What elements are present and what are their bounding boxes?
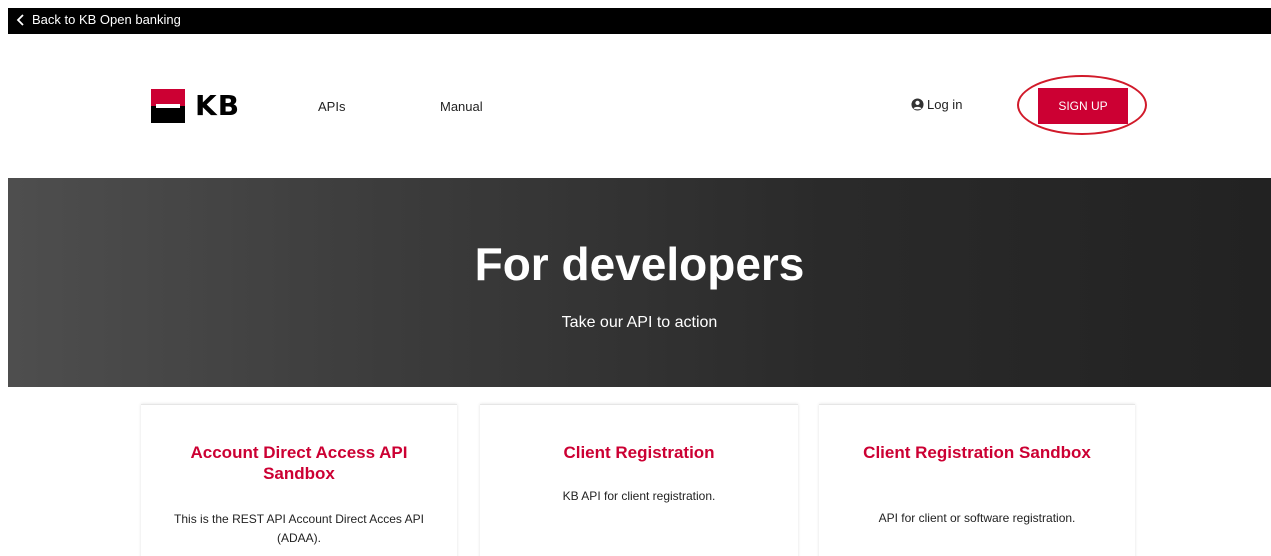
chevron-left-icon xyxy=(16,14,24,26)
card-title[interactable]: Client Registration xyxy=(500,442,778,463)
card-title[interactable]: Client Registration Sandbox xyxy=(839,442,1115,463)
api-card-account-direct-access-sandbox[interactable]: Account Direct Access API Sandbox This i… xyxy=(141,404,457,556)
kb-logo[interactable]: KB xyxy=(151,89,240,123)
hero-title: For developers xyxy=(474,238,805,290)
user-circle-icon xyxy=(911,98,924,111)
api-card-client-registration-sandbox[interactable]: Client Registration Sandbox API for clie… xyxy=(819,404,1135,556)
nav-apis[interactable]: APIs xyxy=(318,99,345,114)
top-bar: Back to KB Open banking xyxy=(8,8,1271,34)
nav-manual[interactable]: Manual xyxy=(440,99,483,114)
back-to-open-banking-link[interactable]: Back to KB Open banking xyxy=(16,12,181,28)
card-description: KB API for client registration. xyxy=(562,489,716,503)
card-title[interactable]: Account Direct Access API Sandbox xyxy=(161,442,437,484)
back-link-label: Back to KB Open banking xyxy=(32,12,181,27)
card-description: This is the REST API Account Direct Acce… xyxy=(174,512,424,545)
card-description: API for client or software registration. xyxy=(878,511,1076,525)
signup-button[interactable]: SIGN UP xyxy=(1038,88,1128,124)
login-link[interactable]: Log in xyxy=(911,97,962,112)
kb-logo-text: KB xyxy=(195,89,241,122)
kb-logo-mark xyxy=(151,89,185,123)
hero-subtitle: Take our API to action xyxy=(561,314,718,331)
login-label: Log in xyxy=(927,97,963,112)
api-card-client-registration[interactable]: Client Registration KB API for client re… xyxy=(480,404,798,556)
page: Back to KB Open banking KB APIs Manual L… xyxy=(0,0,1271,556)
hero-banner: For developers Take our API to action xyxy=(8,178,1271,387)
